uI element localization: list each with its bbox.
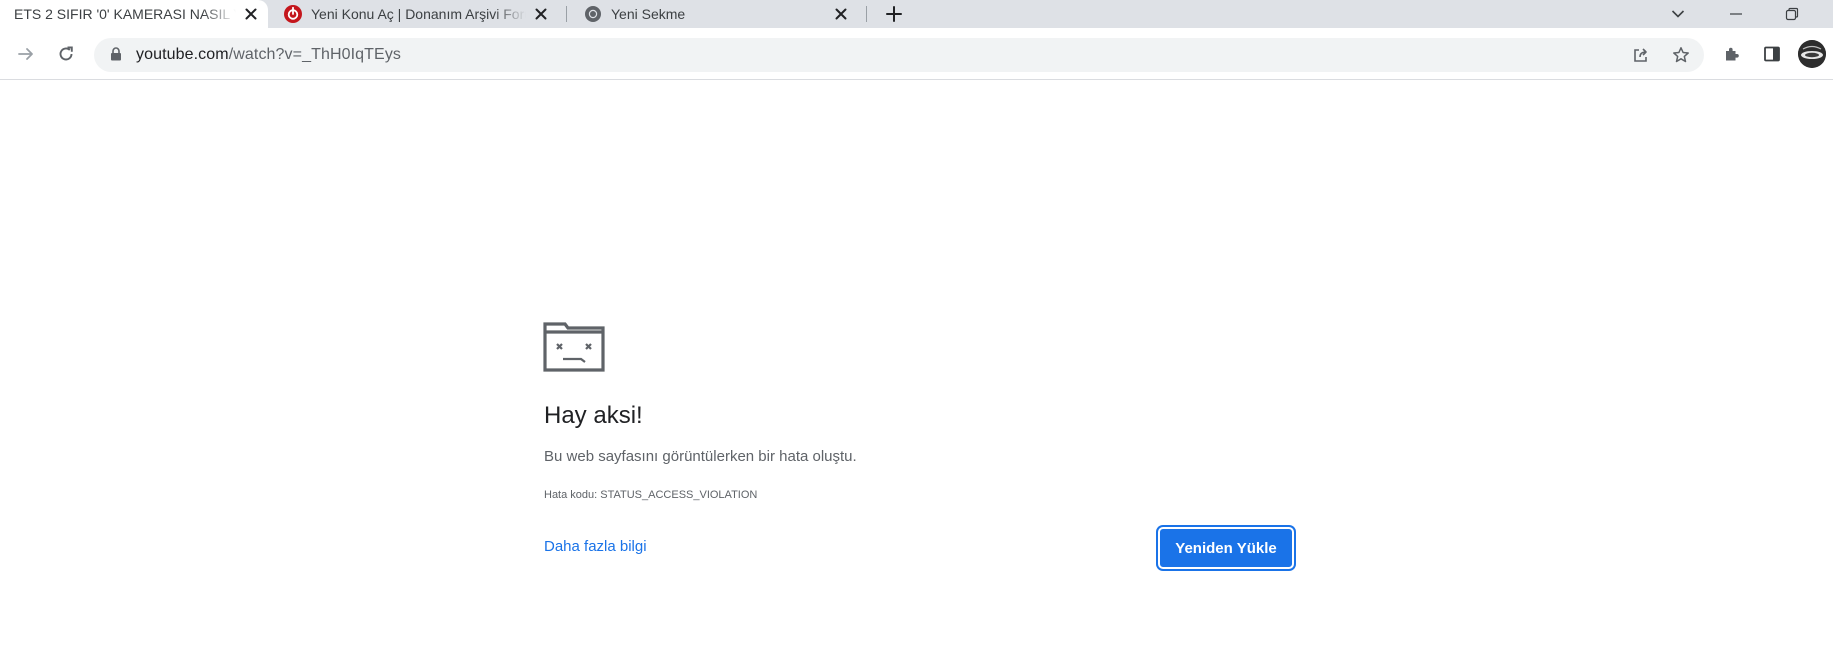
tab-title: ETS 2 SIFIR '0' KAMERASI NASIL YAPILIR [14, 6, 236, 22]
close-icon[interactable] [832, 5, 850, 23]
browser-toolbar: youtube.com/watch?v=_ThH0IqTEys [0, 28, 1833, 80]
donanim-arsivi-icon [284, 5, 302, 23]
url-host: youtube.com [136, 46, 229, 63]
tab-search-chevron-down-icon[interactable] [1660, 0, 1696, 28]
share-icon[interactable] [1628, 43, 1654, 67]
error-message: Bu web sayfasını görüntülerken bir hata … [544, 448, 857, 465]
tab-yeni-konu[interactable]: Yeni Konu Aç | Donanım Arşivi Forum [282, 0, 558, 28]
restore-button[interactable] [1774, 0, 1810, 28]
url-text[interactable]: youtube.com/watch?v=_ThH0IqTEys [136, 46, 401, 64]
tab-ets2-video[interactable]: ETS 2 SIFIR '0' KAMERASI NASIL YAPILIR [0, 0, 268, 28]
close-icon[interactable] [532, 5, 550, 23]
bookmark-star-icon[interactable] [1668, 43, 1694, 67]
tab-yeni-sekme[interactable]: Yeni Sekme [582, 0, 858, 28]
reload-icon[interactable] [50, 38, 82, 70]
error-code: Hata kodu: STATUS_ACCESS_VIOLATION [544, 489, 758, 501]
new-tab-button[interactable] [876, 0, 912, 28]
reload-button[interactable]: Yeniden Yükle [1158, 527, 1294, 569]
lock-icon[interactable] [110, 47, 122, 66]
tab-separator [566, 6, 567, 22]
extensions-puzzle-icon[interactable] [1716, 38, 1748, 70]
tab-title: Yeni Konu Aç | Donanım Arşivi Forum [311, 6, 526, 22]
tab-strip: ETS 2 SIFIR '0' KAMERASI NASIL YAPILIR Y… [0, 0, 1833, 28]
url-path: /watch?v=_ThH0IqTEys [228, 46, 402, 63]
side-panel-icon[interactable] [1756, 38, 1788, 70]
address-bar[interactable]: youtube.com/watch?v=_ThH0IqTEys [94, 38, 1704, 72]
forward-arrow-icon[interactable] [10, 38, 42, 70]
error-title: Hay aksi! [544, 402, 643, 429]
tab-separator [866, 6, 867, 22]
close-icon[interactable] [242, 5, 260, 23]
profile-avatar[interactable] [1798, 40, 1826, 68]
minimize-button[interactable] [1718, 0, 1754, 28]
more-info-link[interactable]: Daha fazla bilgi [544, 538, 647, 555]
sad-folder-icon [543, 320, 605, 372]
chrome-icon [584, 5, 602, 23]
tab-title: Yeni Sekme [611, 6, 686, 22]
